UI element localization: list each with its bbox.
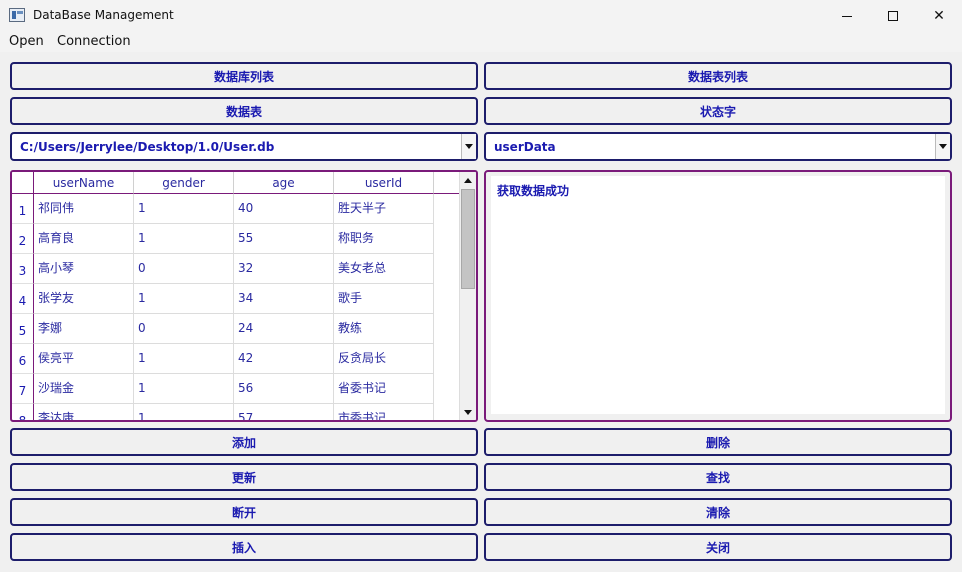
insert-button[interactable]: 插入 bbox=[10, 533, 478, 561]
title-bar: DataBase Management ✕ bbox=[0, 0, 962, 32]
cell-userid[interactable]: 胜天半子 bbox=[334, 194, 434, 224]
database-path-dropdown[interactable] bbox=[461, 134, 476, 159]
row-header[interactable]: 8 bbox=[12, 404, 34, 420]
arrow-up-icon bbox=[464, 177, 472, 183]
scrollbar-thumb[interactable] bbox=[461, 189, 475, 289]
close-window-button[interactable]: ✕ bbox=[916, 0, 962, 32]
close-icon: ✕ bbox=[933, 8, 945, 24]
cell-age[interactable]: 56 bbox=[234, 374, 334, 404]
table-name-value: userData bbox=[494, 140, 556, 154]
cell-age[interactable]: 42 bbox=[234, 344, 334, 374]
status-word-button[interactable]: 状态字 bbox=[484, 97, 952, 125]
row-header[interactable]: 4 bbox=[12, 284, 34, 314]
cell-userid[interactable]: 美女老总 bbox=[334, 254, 434, 284]
scroll-up-button[interactable] bbox=[460, 172, 476, 188]
cell-age[interactable]: 24 bbox=[234, 314, 334, 344]
cell-gender[interactable]: 1 bbox=[134, 404, 234, 420]
clear-button[interactable]: 清除 bbox=[484, 498, 952, 526]
row-header[interactable]: 5 bbox=[12, 314, 34, 344]
cell-gender[interactable]: 1 bbox=[134, 284, 234, 314]
column-header-age[interactable]: age bbox=[234, 172, 334, 194]
data-table-button[interactable]: 数据表 bbox=[10, 97, 478, 125]
find-button[interactable]: 查找 bbox=[484, 463, 952, 491]
cell-userid[interactable]: 省委书记 bbox=[334, 374, 434, 404]
cell-gender[interactable]: 1 bbox=[134, 374, 234, 404]
column-header-userid[interactable]: userId bbox=[334, 172, 434, 194]
cell-age[interactable]: 55 bbox=[234, 224, 334, 254]
cell-gender[interactable]: 0 bbox=[134, 314, 234, 344]
cell-age[interactable]: 32 bbox=[234, 254, 334, 284]
status-panel: 获取数据成功 bbox=[484, 170, 952, 422]
cell-username[interactable]: 李达康 bbox=[34, 404, 134, 420]
maximize-icon bbox=[888, 11, 898, 21]
arrow-down-icon bbox=[464, 409, 472, 415]
row-header[interactable]: 3 bbox=[12, 254, 34, 284]
chevron-down-icon bbox=[939, 144, 947, 149]
add-button[interactable]: 添加 bbox=[10, 428, 478, 456]
minimize-icon bbox=[842, 15, 852, 17]
cell-userid[interactable]: 市委书记 bbox=[334, 404, 434, 420]
cell-gender[interactable]: 0 bbox=[134, 254, 234, 284]
column-header-filler bbox=[434, 172, 461, 194]
row-header[interactable]: 2 bbox=[12, 224, 34, 254]
cell-gender[interactable]: 1 bbox=[134, 344, 234, 374]
table-name-dropdown[interactable] bbox=[935, 134, 950, 159]
menu-open[interactable]: Open bbox=[9, 34, 44, 49]
table-corner[interactable] bbox=[12, 172, 34, 194]
database-list-button[interactable]: 数据库列表 bbox=[10, 62, 478, 90]
cell-username[interactable]: 高小琴 bbox=[34, 254, 134, 284]
column-header-gender[interactable]: gender bbox=[134, 172, 234, 194]
cell-userid[interactable]: 歌手 bbox=[334, 284, 434, 314]
cell-userid[interactable]: 教练 bbox=[334, 314, 434, 344]
data-table[interactable]: userName gender age userId 1 祁同伟 1 40 胜天半子 2 高… bbox=[10, 170, 478, 422]
row-header[interactable]: 6 bbox=[12, 344, 34, 374]
row-header[interactable]: 7 bbox=[12, 374, 34, 404]
maximize-button[interactable] bbox=[870, 0, 916, 32]
table-list-button[interactable]: 数据表列表 bbox=[484, 62, 952, 90]
cell-age[interactable]: 40 bbox=[234, 194, 334, 224]
database-path-value: C:/Users/Jerrylee/Desktop/1.0/User.db bbox=[20, 140, 275, 154]
menu-connection[interactable]: Connection bbox=[57, 34, 131, 49]
cell-username[interactable]: 张学友 bbox=[34, 284, 134, 314]
column-header-username[interactable]: userName bbox=[34, 172, 134, 194]
cell-userid[interactable]: 称职务 bbox=[334, 224, 434, 254]
cell-gender[interactable]: 1 bbox=[134, 224, 234, 254]
cell-username[interactable]: 祁同伟 bbox=[34, 194, 134, 224]
row-header[interactable]: 1 bbox=[12, 194, 34, 224]
status-text-area[interactable]: 获取数据成功 bbox=[491, 176, 945, 414]
menu-bar: Open Connection bbox=[0, 32, 962, 52]
cell-username[interactable]: 高育良 bbox=[34, 224, 134, 254]
database-path-combo[interactable]: C:/Users/Jerrylee/Desktop/1.0/User.db bbox=[10, 132, 478, 161]
app-database-icon bbox=[9, 8, 25, 22]
delete-button[interactable]: 删除 bbox=[484, 428, 952, 456]
cell-gender[interactable]: 1 bbox=[134, 194, 234, 224]
window-title: DataBase Management bbox=[33, 8, 174, 22]
table-name-combo[interactable]: userData bbox=[484, 132, 952, 161]
cell-age[interactable]: 57 bbox=[234, 404, 334, 420]
chevron-down-icon bbox=[465, 144, 473, 149]
cell-userid[interactable]: 反贪局长 bbox=[334, 344, 434, 374]
update-button[interactable]: 更新 bbox=[10, 463, 478, 491]
cell-username[interactable]: 侯亮平 bbox=[34, 344, 134, 374]
table-vertical-scrollbar[interactable] bbox=[459, 172, 476, 420]
cell-age[interactable]: 34 bbox=[234, 284, 334, 314]
cell-username[interactable]: 李娜 bbox=[34, 314, 134, 344]
disconnect-button[interactable]: 断开 bbox=[10, 498, 478, 526]
minimize-button[interactable] bbox=[824, 0, 870, 32]
cell-username[interactable]: 沙瑞金 bbox=[34, 374, 134, 404]
status-message: 获取数据成功 bbox=[497, 184, 570, 198]
close-button[interactable]: 关闭 bbox=[484, 533, 952, 561]
scroll-down-button[interactable] bbox=[460, 404, 476, 420]
